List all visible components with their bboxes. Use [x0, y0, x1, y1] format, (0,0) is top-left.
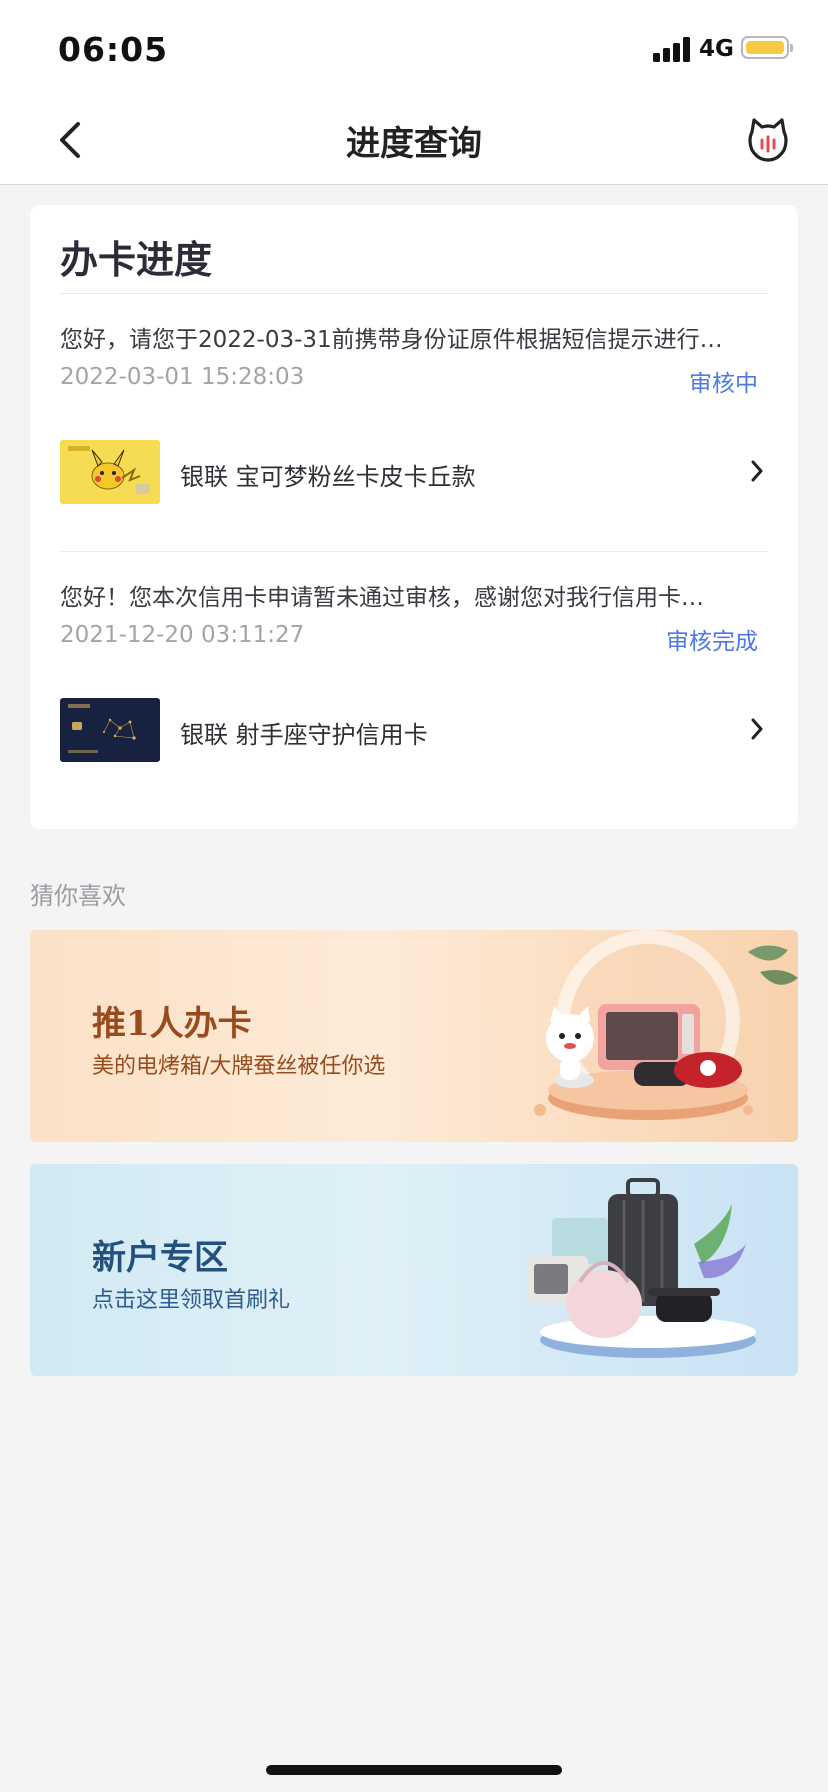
- home-indicator[interactable]: [266, 1765, 562, 1775]
- nav-bar: 进度查询: [0, 96, 828, 185]
- recommend-section-title: 猜你喜欢: [30, 882, 126, 910]
- signal-icon: [653, 36, 691, 62]
- banner-subtitle: 美的电烤箱/大牌蚕丝被任你选: [92, 1054, 386, 1079]
- gift-products-illustration: [528, 1178, 756, 1358]
- card-name: 银联 宝可梦粉丝卡皮卡丘款: [180, 463, 476, 491]
- application-datetime: 2022-03-01 15:28:03: [60, 364, 305, 390]
- battery-icon: [741, 36, 793, 59]
- banner-title: 推1人办卡: [92, 1004, 252, 1044]
- card-title: 办卡进度: [60, 238, 213, 282]
- divider: [60, 293, 768, 294]
- cat-service-icon: [748, 118, 788, 162]
- chevron-right-icon: [751, 460, 763, 482]
- application-status: 审核中: [689, 371, 758, 397]
- page-title: 进度查询: [346, 124, 482, 164]
- progress-card: 办卡进度 您好，请您于2022-03-31前携带身份证原件根据短信提示进行… 2…: [30, 205, 798, 829]
- application-status: 审核完成: [666, 629, 758, 655]
- application-card-row[interactable]: 银联 宝可梦粉丝卡皮卡丘款: [30, 440, 798, 504]
- card-name: 银联 射手座守护信用卡: [180, 721, 428, 749]
- referral-banner[interactable]: 推1人办卡 美的电烤箱/大牌蚕丝被任你选: [30, 930, 798, 1142]
- sagittarius-card-image: [60, 698, 160, 762]
- divider: [60, 551, 768, 552]
- application-message[interactable]: 您好！您本次信用卡申请暂未通过审核，感谢您对我行信用卡…: [60, 578, 770, 612]
- network-type: 4G: [699, 36, 734, 62]
- new-customer-banner[interactable]: 新户专区 点击这里领取首刷礼: [30, 1164, 798, 1376]
- banner-subtitle: 点击这里领取首刷礼: [92, 1288, 291, 1313]
- status-bar: 06:05 4G: [0, 0, 828, 96]
- application-datetime: 2021-12-20 03:11:27: [60, 622, 305, 648]
- chevron-right-icon: [751, 718, 763, 740]
- banner-title: 新户专区: [92, 1238, 228, 1278]
- pikachu-card-image: [60, 440, 160, 504]
- application-card-row[interactable]: 银联 射手座守护信用卡: [30, 698, 798, 762]
- status-time: 06:05: [58, 30, 169, 69]
- gift-products-illustration: [534, 930, 798, 1120]
- application-message[interactable]: 您好，请您于2022-03-31前携带身份证原件根据短信提示进行…: [60, 320, 770, 354]
- customer-service-button[interactable]: [744, 116, 792, 164]
